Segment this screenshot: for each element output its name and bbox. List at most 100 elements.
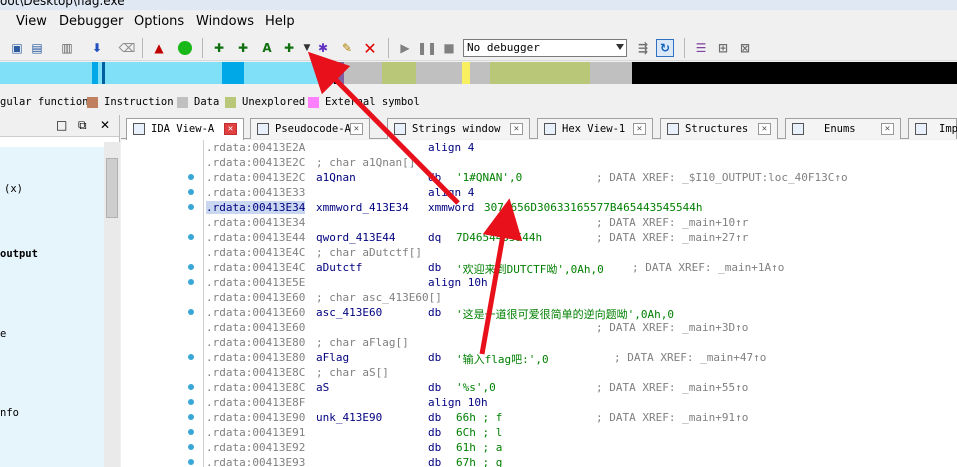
breakpoint-marker[interactable] (188, 444, 194, 450)
clear-icon[interactable]: ⌫ (118, 39, 136, 57)
restore-icon[interactable]: □ (56, 118, 67, 132)
breakpoint-marker[interactable] (188, 354, 194, 360)
tab-strings-window[interactable]: Strings window ✕ (387, 118, 530, 139)
pause-icon[interactable]: ❚❚ (417, 39, 437, 57)
jump-icon[interactable]: ⬇ (88, 39, 106, 57)
code-line[interactable]: .rdata:00413E80 ; char aFlag[] (204, 335, 957, 350)
code-line[interactable]: .rdata:00413E2C a1Qnan db '1#QNAN',0 ; DATA … (204, 170, 957, 185)
code-line[interactable]: .rdata:00413E44 qword_413E44 dq 7D465445554… (204, 230, 957, 245)
debugger-select[interactable]: No debugger (463, 39, 627, 57)
navigation-band[interactable] (0, 62, 957, 84)
code-line[interactable]: .rdata:00413E4C ; char aDutctf[] (204, 245, 957, 260)
menu-help[interactable]: Help (265, 14, 295, 29)
tab-enums[interactable]: Enums ✕ (785, 118, 901, 139)
breakpoint-marker[interactable] (188, 264, 194, 270)
address: .rdata:00413E4C (206, 261, 306, 274)
tab-ida-view-a[interactable]: IDA View-A ✕ (126, 118, 244, 140)
tab-hex-view-1[interactable]: Hex View-1 ✕ (537, 118, 653, 139)
breakpoint-marker[interactable] (188, 234, 194, 240)
stop-icon[interactable]: ■ (440, 39, 458, 57)
address: .rdata:00413E8C (206, 381, 306, 394)
breakpoint-marker[interactable] (188, 174, 194, 180)
close-icon[interactable]: ✕ (881, 123, 894, 135)
tree-icon[interactable]: ⊞ (714, 39, 732, 57)
step-icon[interactable]: ↻ (656, 39, 674, 57)
breakpoint-marker[interactable] (188, 414, 194, 420)
xref-comment: ; DATA XREF: _main+55↑o (596, 381, 749, 394)
code-line[interactable]: .rdata:00413E8F align 10h (204, 395, 957, 410)
add-icon[interactable]: ✚ (210, 39, 228, 57)
code-line[interactable]: .rdata:00413E93 db 67h ; g (204, 455, 957, 467)
breakpoint-marker[interactable] (188, 189, 194, 195)
list-item[interactable]: e (0, 328, 6, 340)
play-icon[interactable]: ▶ (396, 39, 414, 57)
close-tree-icon[interactable]: ⊠ (736, 39, 754, 57)
breakpoint-marker[interactable] (188, 204, 194, 210)
code-line[interactable]: .rdata:00413E60 ; DATA XREF: _main+3D↑o (204, 320, 957, 335)
breakpoint-marker[interactable] (188, 279, 194, 285)
cancel-icon[interactable]: ✕ (361, 39, 379, 58)
code-line[interactable]: .rdata:00413E5E align 10h (204, 275, 957, 290)
breakpoint-marker[interactable] (188, 384, 194, 390)
strings-icon (394, 123, 406, 135)
float-icon[interactable]: ⧉ (78, 118, 87, 133)
trace-icon[interactable]: ⇶ (634, 39, 652, 57)
code-line[interactable]: .rdata:00413E2A align 4 (204, 140, 957, 155)
code-line[interactable]: .rdata:00413E80 aFlag db '输入flag吧:',0; DATA… (204, 350, 957, 366)
disassembly-view[interactable]: .rdata:00413E2A align 4 .rdata:00413E2C ; c… (203, 140, 957, 467)
xref-comment: ; DATA XREF: _main+10↑r (596, 216, 749, 229)
tab-imports[interactable]: Imp (908, 118, 957, 139)
tab-structures[interactable]: Structures ✕ (660, 118, 778, 139)
list-item[interactable]: output (0, 248, 38, 260)
list-icon[interactable]: ☰ (692, 39, 710, 57)
add-text-icon[interactable]: A (258, 39, 276, 57)
breakpoint-marker[interactable] (188, 399, 194, 405)
list-item[interactable]: (x) (4, 183, 23, 195)
star-icon[interactable]: ✱ (314, 39, 332, 57)
menu-debugger[interactable]: Debugger (59, 14, 123, 29)
edit-icon[interactable]: ✎ (338, 39, 356, 57)
address: .rdata:00413E80 (206, 336, 306, 349)
code-line[interactable]: .rdata:00413E91 db 6Ch ; l (204, 425, 957, 440)
code-line[interactable]: .rdata:00413E60 ; char asc_413E60[] (204, 290, 957, 305)
tab-pseudocode-a[interactable]: Pseudocode-A ✕ (250, 118, 370, 139)
code-line[interactable]: .rdata:00413E33 align 4 (204, 185, 957, 200)
code-line[interactable]: .rdata:00413E8C aS db '%s',0 ; DATA XREF: _m… (204, 380, 957, 395)
menu-options[interactable]: Options (134, 14, 184, 29)
close-icon[interactable]: ✕ (633, 123, 646, 135)
code-line[interactable]: .rdata:00413E8C ; char aS[] (204, 365, 957, 380)
code-line[interactable]: .rdata:00413E34 ; DATA XREF: _main+10↑r (204, 215, 957, 230)
xref-comment: ; DATA XREF: _$I10_OUTPUT:loc_40F13C↑o (596, 171, 848, 184)
code-line[interactable]: .rdata:00413E90 unk_413E90 db 66h ; f ; DATA… (204, 410, 957, 425)
menu-view[interactable]: View (16, 14, 47, 29)
add-enum-icon[interactable]: ✚ (280, 39, 298, 57)
breakpoint-marker[interactable] (188, 459, 194, 465)
save-icon[interactable]: ▤ (28, 39, 46, 57)
breakpoint-marker[interactable] (188, 309, 194, 315)
open-icon[interactable]: ▣ (8, 39, 26, 57)
close-icon[interactable]: ✕ (758, 123, 771, 135)
code-line[interactable]: .rdata:00413E4C aDutctf db '欢迎来到DUTCTF呦',0A… (204, 260, 957, 276)
close-icon[interactable]: ✕ (224, 123, 237, 135)
label: asc_413E60 (316, 306, 383, 319)
code-line[interactable]: .rdata:00413E92 db 61h ; a (204, 440, 957, 455)
close-icon[interactable]: ✕ (350, 123, 363, 135)
close-icon[interactable]: ✕ (510, 123, 523, 135)
close-icon[interactable]: ✕ (100, 118, 110, 132)
title-bar: oot\Desktop\flag.exe (0, 0, 957, 10)
scrollbar[interactable] (104, 142, 120, 467)
enums-icon (792, 123, 804, 135)
add-struct-icon[interactable]: ✚ (234, 39, 252, 57)
list-item[interactable]: nfo (0, 407, 19, 419)
code-line[interactable]: .rdata:00413E60 asc_413E60 db '这是一道很可爱很简单的逆… (204, 305, 957, 321)
run-icon[interactable] (176, 39, 194, 57)
print-icon[interactable]: ▥ (58, 39, 76, 57)
menu-windows[interactable]: Windows (196, 14, 254, 29)
graph-icon[interactable]: ▲ (150, 39, 168, 57)
address: .rdata:00413E34 (206, 201, 306, 214)
address: .rdata:00413E80 (206, 351, 306, 364)
code-line[interactable]: .rdata:00413E2C ; char a1Qnan[] (204, 155, 957, 170)
debugger-select-value: No debugger (467, 41, 540, 54)
code-line[interactable]: .rdata:00413E34 xmmword_413E34 xmmword 3074… (204, 200, 957, 215)
breakpoint-marker[interactable] (188, 429, 194, 435)
